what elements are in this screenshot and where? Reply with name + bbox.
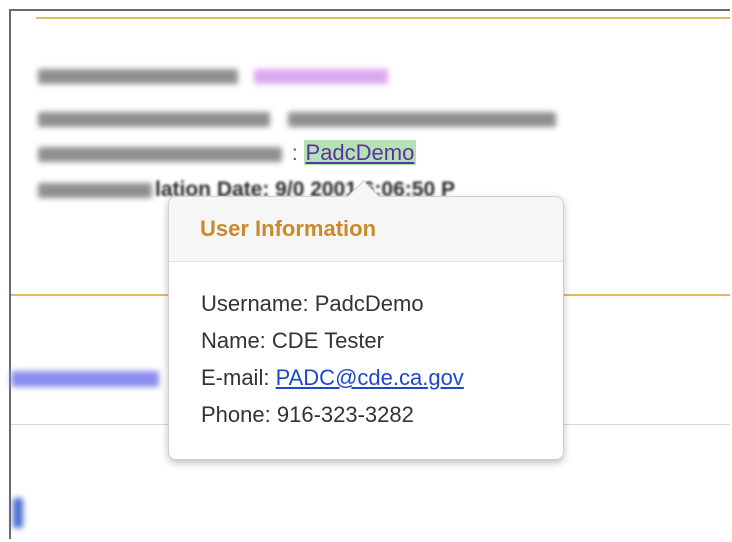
phone-label: Phone:: [201, 402, 271, 427]
username-label: Username:: [201, 291, 309, 316]
popover-title: User Information: [200, 216, 377, 241]
last-saved-date-label-blurred: [38, 111, 270, 127]
bottom-marker-blurred: [13, 498, 23, 528]
top-divider: [36, 17, 730, 19]
name-label: Name:: [201, 328, 266, 353]
last-saved-by-user-blurred[interactable]: [253, 68, 388, 84]
email-line: E-mail: PADC@cde.ca.gov: [201, 359, 563, 396]
last-saved-by-row: [38, 64, 388, 88]
last-validation-date-label-blurred: [38, 182, 152, 198]
email-label: E-mail:: [201, 365, 270, 390]
user-information-popover: User Information Username: PadcDemo Name…: [168, 180, 564, 460]
popover-header: User Information: [169, 197, 563, 262]
name-line: Name: CDE Tester: [201, 322, 563, 359]
last-validation-by-label-blurred: [38, 146, 282, 162]
popover-body: Username: PadcDemo Name: CDE Tester E-ma…: [169, 262, 563, 433]
last-validation-by-user-link[interactable]: PadcDemo: [303, 140, 417, 165]
phone-value: 916-323-3282: [276, 402, 414, 427]
email-link[interactable]: PADC@cde.ca.gov: [276, 365, 464, 390]
name-value: CDE Tester: [271, 328, 384, 353]
section-link-blurred[interactable]: [11, 371, 159, 387]
username-line: Username: PadcDemo: [201, 285, 563, 322]
last-validation-by-row: : PadcDemo: [38, 140, 417, 166]
username-value: PadcDemo: [314, 291, 424, 316]
last-validation-date-row: [38, 178, 152, 202]
last-saved-date-row: [38, 107, 556, 131]
last-saved-by-label-blurred: [38, 68, 238, 84]
last-saved-date-value-blurred: [287, 111, 556, 127]
phone-line: Phone: 916-323-3282: [201, 396, 563, 433]
